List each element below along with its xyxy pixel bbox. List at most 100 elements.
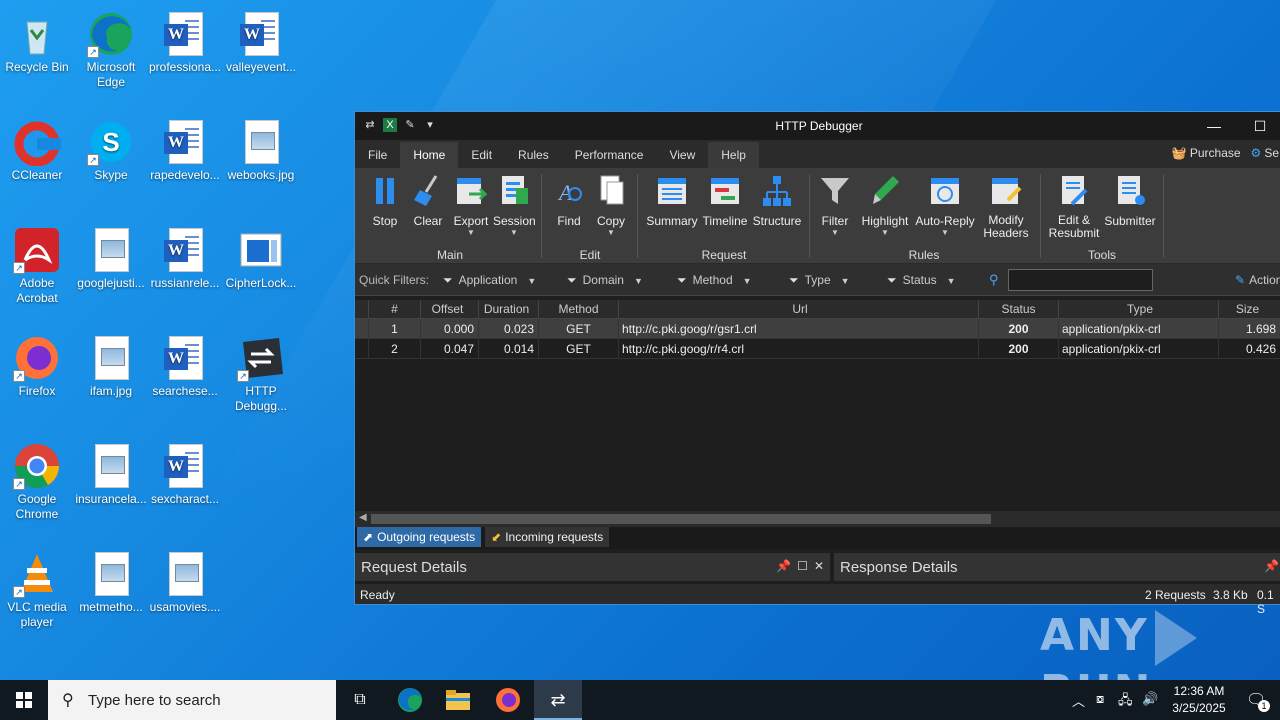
quick-filter-status[interactable]: ⏷ Status ▼ [887, 273, 956, 288]
tab-rules[interactable]: Rules [505, 142, 562, 168]
table-row[interactable]: 2 0.047 0.014 GET http://c.pki.goog/r/r4… [355, 339, 1280, 359]
scrollbar-thumb[interactable] [371, 514, 991, 524]
highlight-button[interactable]: Highlight ▼ [857, 174, 913, 238]
quick-filter-application[interactable]: ⏷ Application ▼ [443, 273, 536, 288]
desktop-icon-label: metmetho... [79, 600, 143, 614]
desktop-icon-valleyevent[interactable]: W valleyevent... [224, 6, 298, 75]
show-hidden-icons-chevron-icon[interactable]: ︿ [1072, 691, 1085, 710]
auto-reply-label: Auto-Reply [915, 214, 975, 228]
quick-filter-type[interactable]: ⏷ Type ▼ [789, 273, 850, 288]
quick-filters-label: Quick Filters: [359, 273, 430, 287]
desktop-icon-sexcharact[interactable]: W sexcharact... [148, 438, 222, 507]
stop-label: Stop [372, 214, 398, 228]
desktop-icon-label: CipherLock... [225, 276, 297, 290]
submitter-button[interactable]: Submitter [1103, 174, 1157, 228]
taskbar-http-debugger-icon[interactable]: ⇄ [534, 680, 582, 720]
maximize-button[interactable]: ☐ [1237, 112, 1280, 140]
tab-incoming-requests[interactable]: ⬋ Incoming requests [485, 527, 610, 547]
quick-filter-domain[interactable]: ⏷ Domain ▼ [567, 273, 643, 288]
desktop-icon-professiona[interactable]: W professiona... [148, 6, 222, 75]
col-header-number[interactable]: # [369, 300, 421, 319]
taskbar-firefox-icon[interactable] [484, 680, 532, 720]
clock-date[interactable]: 3/25/2025 [1168, 701, 1230, 715]
device-icon[interactable]: ⧇ [1096, 691, 1104, 707]
taskbar-file-explorer-icon[interactable] [434, 680, 482, 720]
desktop-icon-cipherlock[interactable]: CipherLock... [224, 222, 298, 291]
quick-filter-method[interactable]: ⏷ Method ▼ [677, 273, 752, 288]
edit-resubmit-button[interactable]: Edit & Resubmit [1047, 174, 1101, 240]
word-doc-icon: W [161, 10, 209, 58]
table-row[interactable]: 1 0.000 0.023 GET http://c.pki.goog/r/gs… [355, 319, 1280, 339]
export-button[interactable]: Export ▼ [451, 174, 491, 238]
desktop-icon-ccleaner[interactable]: CCleaner [0, 114, 74, 183]
taskbar-search[interactable]: ⚲ Type here to search [48, 680, 336, 720]
tab-outgoing-requests[interactable]: ⬈ Outgoing requests [357, 527, 482, 547]
col-header-type[interactable]: Type [1059, 300, 1219, 319]
desktop-icon-searchese[interactable]: W searchese... [148, 330, 222, 399]
col-header-status[interactable]: Status [979, 300, 1059, 319]
tab-performance[interactable]: Performance [562, 142, 657, 168]
horizontal-scrollbar[interactable]: ◀ [355, 511, 1280, 527]
desktop-icon-microsoft-edge[interactable]: ↗ Microsoft Edge [74, 6, 148, 90]
tab-file[interactable]: File [355, 142, 400, 168]
desktop-icon-label: usamovies.... [149, 600, 221, 614]
desktop-icon-russianrele[interactable]: W russianrele... [148, 222, 222, 291]
action-button[interactable]: ✎ Action [1235, 273, 1280, 287]
clock-time[interactable]: 12:36 AM [1168, 684, 1230, 698]
scroll-left-icon[interactable]: ◀ [359, 512, 367, 523]
col-header-size[interactable]: Size [1219, 300, 1280, 319]
network-icon[interactable]: 🖧 [1118, 691, 1133, 713]
settings-button[interactable]: ⚙ Se [1251, 146, 1279, 160]
auto-reply-button[interactable]: Auto-Reply ▼ [915, 174, 975, 238]
desktop-icon-label: HTTP Debugg... [234, 384, 288, 413]
minimize-button[interactable]: — [1191, 112, 1237, 140]
pin-icon[interactable]: 📌 [1264, 559, 1279, 573]
start-button[interactable] [0, 680, 48, 720]
find-button[interactable]: A Find [549, 174, 589, 228]
desktop-icon-vlc[interactable]: ↗ VLC media player [0, 546, 74, 630]
session-button[interactable]: Session ▼ [493, 174, 536, 238]
taskbar-edge-icon[interactable] [386, 680, 434, 720]
copy-button[interactable]: Copy ▼ [591, 174, 631, 238]
tab-help[interactable]: Help [708, 142, 759, 168]
desktop-icon-ifam[interactable]: ifam.jpg [74, 330, 148, 399]
desktop-icon-label: sexcharact... [150, 492, 220, 506]
structure-button[interactable]: Structure [751, 174, 803, 228]
col-header-url[interactable]: Url [619, 300, 979, 319]
col-header-duration[interactable]: Duration [479, 300, 539, 319]
desktop-icon-firefox[interactable]: ↗ Firefox [0, 330, 74, 399]
desktop-icon-rapedevelo[interactable]: W rapedevelo... [148, 114, 222, 183]
timeline-button[interactable]: Timeline [701, 174, 749, 228]
col-header-method[interactable]: Method [539, 300, 619, 319]
volume-icon[interactable]: 🔊 [1142, 691, 1158, 707]
group-label-edit: Edit [579, 248, 601, 262]
quick-filter-label: Method [692, 273, 733, 287]
desktop-icon-label: googlejusti... [77, 276, 145, 290]
desktop-icon-googlejusti[interactable]: googlejusti... [74, 222, 148, 291]
close-icon[interactable]: ✕ [814, 559, 824, 573]
desktop-icon-skype[interactable]: S ↗ Skype [74, 114, 148, 183]
quick-filter-search-input[interactable] [1008, 269, 1153, 291]
desktop-icon-recycle-bin[interactable]: Recycle Bin [0, 6, 74, 75]
tab-view[interactable]: View [656, 142, 708, 168]
purchase-button[interactable]: 🧺 Purchase [1172, 146, 1241, 160]
maximize-pane-icon[interactable]: ☐ [797, 559, 808, 573]
clear-button[interactable]: Clear [409, 174, 447, 228]
stop-button[interactable]: Stop [365, 174, 405, 228]
desktop-icon-adobe-acrobat[interactable]: ↗ Adobe Acrobat [0, 222, 74, 306]
desktop-icon-http-debugger[interactable]: ↗ HTTP Debugg... [224, 330, 298, 414]
desktop-icon-google-chrome[interactable]: ↗ Google Chrome [0, 438, 74, 522]
tab-edit[interactable]: Edit [458, 142, 505, 168]
task-view-icon[interactable]: ⧉ [336, 680, 384, 720]
desktop-icon-metmetho[interactable]: metmetho... [74, 546, 148, 615]
word-doc-icon: W [237, 10, 285, 58]
desktop-icon-webooks[interactable]: webooks.jpg [224, 114, 298, 183]
filter-button[interactable]: Filter ▼ [815, 174, 855, 238]
desktop-icon-usamovies[interactable]: usamovies.... [148, 546, 222, 615]
summary-button[interactable]: Summary [645, 174, 699, 228]
tab-home[interactable]: Home [400, 142, 459, 168]
pin-icon[interactable]: 📌 [776, 559, 791, 573]
modify-headers-button[interactable]: Modify Headers [979, 174, 1033, 240]
col-header-offset[interactable]: Offset [421, 300, 479, 319]
desktop-icon-insurancela[interactable]: insurancela... [74, 438, 148, 507]
